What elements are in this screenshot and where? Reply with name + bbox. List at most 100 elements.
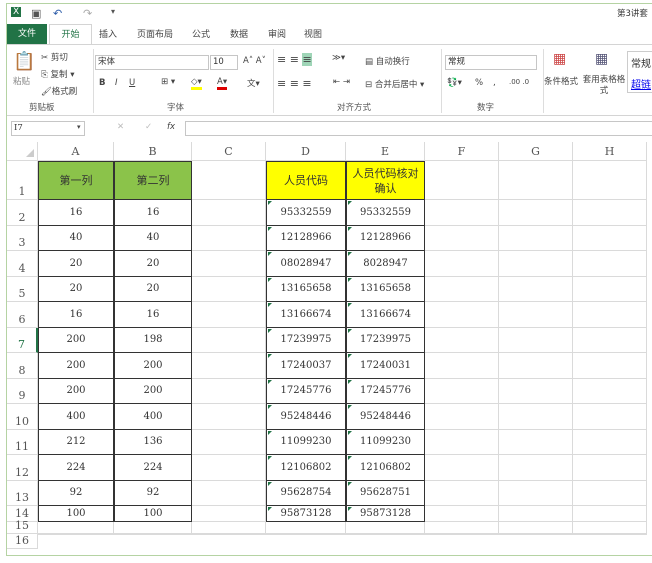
cell[interactable] bbox=[573, 534, 647, 535]
data-cell[interactable]: 12106802 bbox=[266, 455, 346, 481]
row-header-8[interactable]: 8 bbox=[7, 353, 38, 379]
data-cell[interactable]: 224 bbox=[38, 455, 114, 481]
grow-font-icon[interactable]: A˄ A˅ bbox=[243, 56, 266, 66]
indent-icon[interactable]: ⇤ ⇥ bbox=[333, 77, 350, 87]
tab-page-layout[interactable]: 页面布局 bbox=[137, 27, 173, 40]
cell[interactable] bbox=[499, 404, 573, 430]
cell[interactable] bbox=[499, 378, 573, 404]
data-cell[interactable]: 136 bbox=[114, 429, 192, 455]
undo-icon[interactable]: ↶ bbox=[53, 7, 62, 20]
cell[interactable] bbox=[573, 506, 647, 522]
cell[interactable] bbox=[573, 225, 647, 251]
cell-styles-gallery[interactable]: 常规 超链 bbox=[627, 51, 652, 93]
column-header-F[interactable]: F bbox=[425, 142, 499, 161]
row-header-4[interactable]: 4 bbox=[7, 251, 38, 277]
cell[interactable] bbox=[573, 327, 647, 353]
redo-icon[interactable]: ↷ bbox=[83, 7, 92, 20]
table-header-cell[interactable]: 人员代码 bbox=[266, 161, 346, 200]
data-cell[interactable]: 13166674 bbox=[346, 302, 425, 328]
data-cell[interactable]: 13165658 bbox=[266, 276, 346, 302]
data-cell[interactable]: 95873128 bbox=[346, 506, 425, 522]
cell[interactable] bbox=[38, 522, 114, 534]
accounting-icon[interactable]: 💱▾ bbox=[447, 78, 462, 88]
formula-input[interactable] bbox=[185, 121, 652, 136]
cell[interactable] bbox=[38, 534, 114, 535]
cell[interactable] bbox=[192, 522, 266, 534]
data-cell[interactable]: 100 bbox=[114, 506, 192, 522]
row-header-16[interactable]: 16 bbox=[7, 534, 38, 549]
paste-icon[interactable]: 📋 bbox=[13, 51, 35, 72]
data-cell[interactable]: 95332559 bbox=[266, 200, 346, 226]
style-hyperlink[interactable]: 超链 bbox=[631, 76, 652, 91]
column-header-A[interactable]: A bbox=[38, 142, 114, 161]
align-left-icon[interactable]: ≡ ≡ ≡ bbox=[277, 77, 312, 90]
cell[interactable] bbox=[499, 276, 573, 302]
cell[interactable] bbox=[573, 404, 647, 430]
cell[interactable] bbox=[573, 302, 647, 328]
cell[interactable] bbox=[192, 276, 266, 302]
format-painter-button[interactable]: 🖌格式刷 bbox=[41, 85, 77, 97]
data-cell[interactable]: 17239975 bbox=[266, 327, 346, 353]
data-cell[interactable]: 95873128 bbox=[266, 506, 346, 522]
cell[interactable] bbox=[425, 251, 499, 277]
data-cell[interactable]: 20 bbox=[114, 276, 192, 302]
cell[interactable] bbox=[573, 378, 647, 404]
row-header-3[interactable]: 3 bbox=[7, 225, 38, 251]
cell[interactable] bbox=[573, 200, 647, 226]
fill-color-icon[interactable]: ◇▾ bbox=[191, 77, 202, 90]
column-header-E[interactable]: E bbox=[346, 142, 425, 161]
decimal-icon[interactable]: .00 .0 bbox=[509, 78, 529, 86]
data-cell[interactable]: 16 bbox=[38, 302, 114, 328]
data-cell[interactable]: 400 bbox=[38, 404, 114, 430]
cell[interactable] bbox=[499, 302, 573, 328]
wrap-text-button[interactable]: ▤ 自动换行 bbox=[365, 55, 410, 67]
cell[interactable] bbox=[192, 251, 266, 277]
cell[interactable] bbox=[425, 429, 499, 455]
data-cell[interactable]: 12106802 bbox=[346, 455, 425, 481]
cell[interactable] bbox=[573, 251, 647, 277]
column-header-H[interactable]: H bbox=[573, 142, 647, 161]
cell[interactable] bbox=[192, 225, 266, 251]
cell[interactable] bbox=[499, 522, 573, 534]
cell[interactable] bbox=[573, 455, 647, 481]
cell[interactable] bbox=[499, 534, 573, 535]
cell[interactable] bbox=[425, 506, 499, 522]
data-cell[interactable]: 16 bbox=[38, 200, 114, 226]
merge-center-button[interactable]: ⊟ 合并后居中 ▾ bbox=[365, 78, 424, 90]
cell[interactable] bbox=[499, 251, 573, 277]
cell[interactable] bbox=[425, 302, 499, 328]
data-cell[interactable]: 40 bbox=[38, 225, 114, 251]
cell[interactable] bbox=[192, 353, 266, 379]
format-table-button[interactable]: 套用表格格式 bbox=[581, 75, 627, 97]
data-cell[interactable]: 92 bbox=[114, 480, 192, 506]
data-cell[interactable]: 16 bbox=[114, 302, 192, 328]
font-size-select[interactable]: 10 bbox=[210, 55, 238, 70]
data-cell[interactable]: 08028947 bbox=[266, 251, 346, 277]
cell[interactable] bbox=[499, 161, 573, 200]
align-top-icon[interactable]: ≡ ≡ ≡ bbox=[277, 53, 312, 66]
row-header-11[interactable]: 11 bbox=[7, 429, 38, 455]
data-cell[interactable]: 200 bbox=[114, 353, 192, 379]
cell[interactable] bbox=[114, 534, 192, 535]
cell[interactable] bbox=[425, 455, 499, 481]
cell[interactable] bbox=[425, 522, 499, 534]
copy-button[interactable]: ⎘ 复制 ▾ bbox=[41, 68, 75, 80]
phonetic-icon[interactable]: 文▾ bbox=[247, 77, 260, 89]
cell[interactable] bbox=[499, 455, 573, 481]
data-cell[interactable]: 13165658 bbox=[346, 276, 425, 302]
row-header-1[interactable]: 1 bbox=[7, 161, 38, 200]
column-header-C[interactable]: C bbox=[192, 142, 266, 161]
conditional-format-button[interactable]: 条件格式 bbox=[544, 75, 578, 87]
cell[interactable] bbox=[425, 327, 499, 353]
tab-file[interactable]: 文件 bbox=[7, 24, 47, 44]
data-cell[interactable]: 400 bbox=[114, 404, 192, 430]
cell[interactable] bbox=[192, 161, 266, 200]
cell[interactable] bbox=[499, 200, 573, 226]
cell[interactable] bbox=[266, 522, 346, 534]
name-box[interactable]: I7 bbox=[11, 121, 85, 136]
row-header-5[interactable]: 5 bbox=[7, 276, 38, 302]
table-header-cell[interactable]: 第二列 bbox=[114, 161, 192, 200]
data-cell[interactable]: 17245776 bbox=[266, 378, 346, 404]
comma-button[interactable]: , bbox=[493, 78, 496, 88]
font-name-select[interactable]: 宋体 bbox=[95, 55, 209, 70]
